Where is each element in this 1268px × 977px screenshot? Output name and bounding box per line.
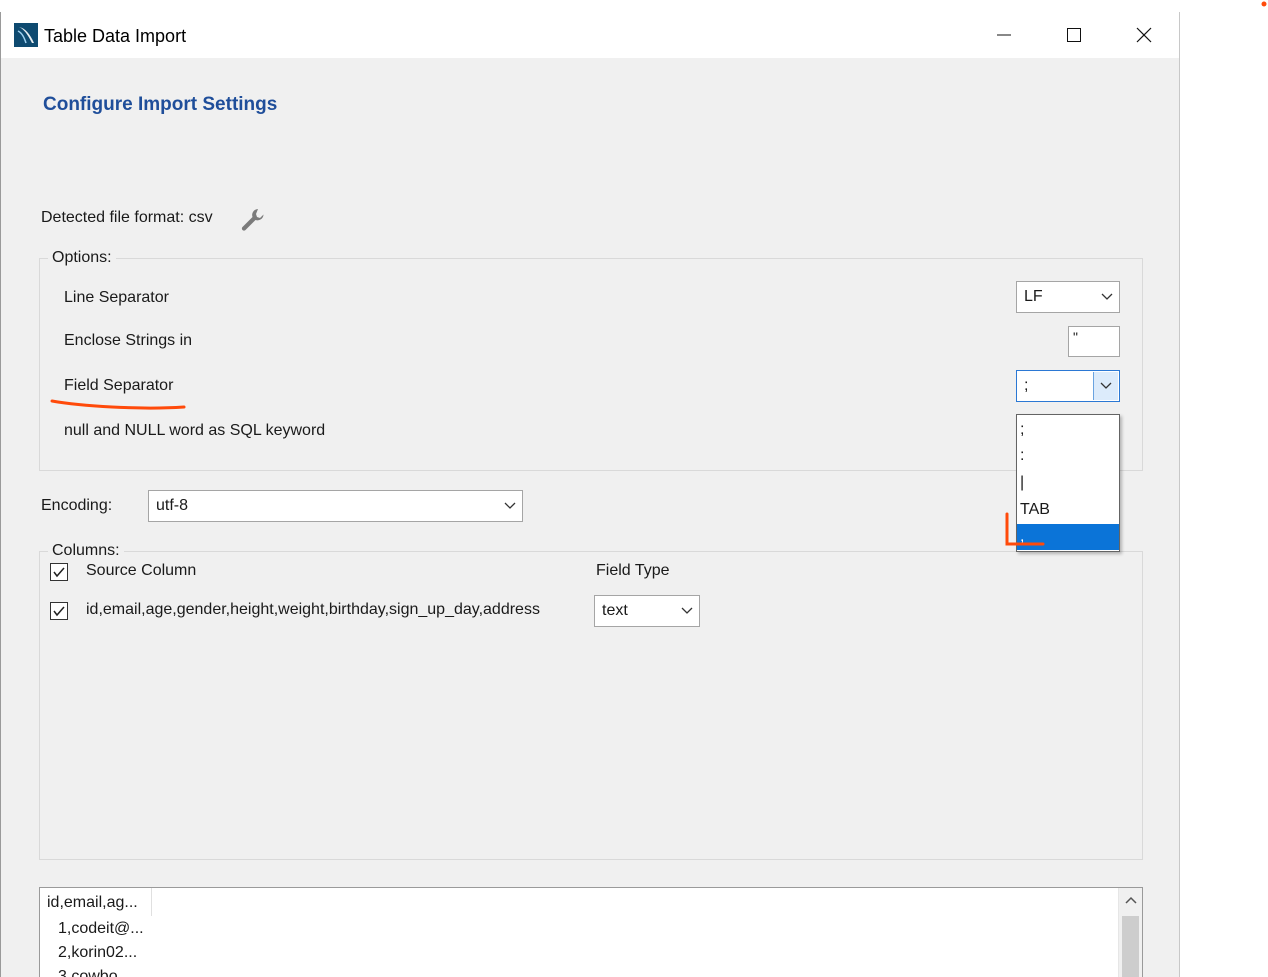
encoding-value: utf-8 bbox=[156, 497, 189, 514]
dropdown-option-tab[interactable]: TAB bbox=[1017, 497, 1119, 523]
chevron-down-icon bbox=[498, 491, 522, 521]
preview-column-header[interactable]: id,email,ag... bbox=[40, 888, 152, 916]
column-row-source: id,email,age,gender,height,weight,birthd… bbox=[86, 601, 540, 618]
detected-format-label: Detected file format: csv bbox=[41, 209, 213, 226]
close-icon bbox=[1136, 27, 1152, 43]
chevron-down-icon bbox=[1095, 282, 1119, 312]
field-type-select[interactable]: text bbox=[594, 595, 700, 627]
field-separator-value: ; bbox=[1024, 377, 1029, 394]
columns-legend: Columns: bbox=[52, 542, 120, 559]
maximize-icon bbox=[1067, 28, 1081, 42]
title-bar: Table Data Import bbox=[1, 12, 1179, 58]
columns-group: Columns: bbox=[39, 542, 1143, 860]
checkmark-icon bbox=[53, 606, 65, 617]
workbench-app-icon bbox=[14, 23, 38, 47]
field-type-header: Field Type bbox=[596, 562, 670, 579]
field-separator-dropdown-list[interactable]: ; : | TAB , bbox=[1016, 414, 1120, 552]
line-separator-select[interactable]: LF bbox=[1016, 281, 1120, 313]
null-keyword-label: null and NULL word as SQL keyword bbox=[64, 422, 326, 439]
encoding-label: Encoding: bbox=[41, 497, 113, 514]
select-all-checkbox[interactable] bbox=[50, 563, 68, 581]
dropdown-option-pipe[interactable]: | bbox=[1017, 470, 1119, 496]
minimize-button[interactable] bbox=[981, 18, 1027, 52]
field-separator-select[interactable]: ; bbox=[1016, 370, 1120, 402]
scroll-thumb[interactable] bbox=[1122, 916, 1139, 977]
maximize-button[interactable] bbox=[1051, 18, 1097, 52]
encoding-select[interactable]: utf-8 bbox=[148, 490, 523, 522]
wrench-icon[interactable] bbox=[239, 206, 267, 234]
checkmark-icon bbox=[53, 567, 65, 578]
chevron-down-icon bbox=[675, 596, 699, 626]
options-legend: Options: bbox=[52, 249, 112, 266]
preview-row: 3,cowbo... bbox=[58, 968, 131, 977]
chevron-up-icon bbox=[1124, 896, 1137, 904]
line-separator-label: Line Separator bbox=[64, 289, 169, 306]
page-heading: Configure Import Settings bbox=[43, 94, 278, 115]
minimize-icon bbox=[997, 34, 1011, 36]
column-row-checkbox[interactable] bbox=[50, 602, 68, 620]
window-title: Table Data Import bbox=[44, 26, 187, 46]
data-preview-grid[interactable]: id,email,ag... 1,codeit@... 2,korin02...… bbox=[39, 887, 1143, 977]
scroll-up-button[interactable] bbox=[1119, 888, 1142, 912]
dropdown-option-semicolon[interactable]: ; bbox=[1017, 417, 1119, 443]
source-column-header: Source Column bbox=[86, 562, 197, 579]
field-type-value: text bbox=[602, 602, 628, 619]
close-button[interactable] bbox=[1121, 18, 1167, 52]
preview-row: 1,codeit@... bbox=[58, 920, 144, 937]
enclose-strings-input[interactable]: " bbox=[1068, 326, 1120, 357]
dropdown-option-colon[interactable]: : bbox=[1017, 443, 1119, 469]
dropdown-option-comma[interactable]: , bbox=[1017, 524, 1119, 550]
chevron-down-icon bbox=[1093, 372, 1118, 400]
preview-row: 2,korin02... bbox=[58, 944, 138, 961]
enclose-strings-label: Enclose Strings in bbox=[64, 332, 193, 349]
vertical-scrollbar[interactable] bbox=[1118, 888, 1142, 977]
dot-annotation bbox=[1261, 1, 1267, 7]
line-separator-value: LF bbox=[1024, 288, 1043, 305]
field-separator-label: Field Separator bbox=[64, 377, 174, 394]
table-data-import-window: Table Data Import Configure Import Setti… bbox=[0, 12, 1180, 977]
